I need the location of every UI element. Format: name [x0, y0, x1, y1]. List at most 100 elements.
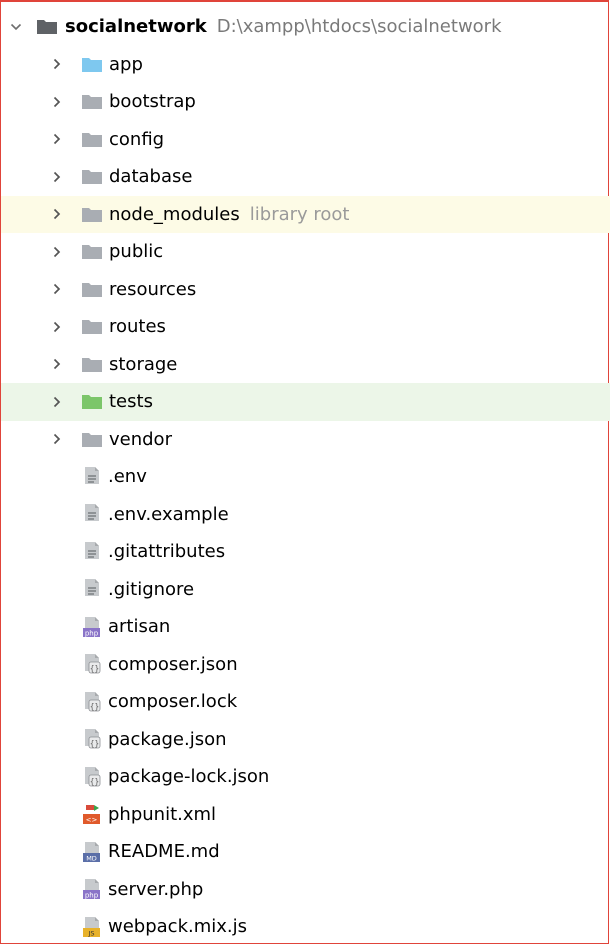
folder-row[interactable]: vendor [1, 421, 610, 459]
file-name: .gitignore [108, 578, 195, 600]
file-name: .env.example [108, 503, 229, 525]
file-name: phpunit.xml [108, 803, 217, 825]
svg-text:<>: <> [86, 816, 98, 824]
file-name: .gitattributes [108, 541, 226, 563]
svg-text:php: php [85, 892, 99, 900]
folder-icon [81, 131, 103, 148]
php-file-icon: php [82, 616, 104, 638]
chevron-right-icon[interactable] [50, 245, 64, 259]
file-row[interactable]: MD README.md [1, 833, 610, 871]
folder-icon [81, 393, 103, 410]
project-tree: socialnetwork D:\xampp\htdocs\socialnetw… [1, 8, 610, 946]
file-row[interactable]: {} composer.json [1, 646, 610, 684]
folder-icon [81, 356, 103, 373]
json-file-icon: {} [82, 766, 104, 788]
chevron-right-icon[interactable] [50, 395, 64, 409]
chevron-right-icon[interactable] [50, 207, 64, 221]
file-row[interactable]: .env [1, 458, 610, 496]
folder-row[interactable]: resources [1, 271, 610, 309]
file-name: .env [108, 466, 147, 488]
folder-row[interactable]: config [1, 121, 610, 159]
folder-icon [81, 168, 103, 185]
folder-row[interactable]: tests [1, 383, 610, 421]
folder-name: storage [109, 353, 178, 375]
markdown-file-icon: MD [82, 841, 104, 863]
file-name: package-lock.json [108, 766, 270, 788]
file-name: composer.json [108, 653, 238, 675]
folder-row[interactable]: routes [1, 308, 610, 346]
folder-note: library root [249, 203, 350, 225]
folder-row[interactable]: node_modules library root [1, 195, 610, 233]
folder-icon [81, 281, 103, 298]
folder-icon [81, 431, 103, 448]
file-name: package.json [108, 728, 227, 750]
folder-row[interactable]: bootstrap [1, 83, 610, 121]
root-folder-path: D:\xampp\htdocs\socialnetwork [216, 16, 502, 38]
folder-icon [81, 318, 103, 335]
svg-text:{}: {} [90, 739, 100, 748]
file-row[interactable]: {} package-lock.json [1, 758, 610, 796]
chevron-right-icon[interactable] [50, 95, 64, 109]
chevron-right-icon[interactable] [50, 432, 64, 446]
folder-name: tests [109, 391, 153, 413]
folder-icon [36, 18, 58, 35]
chevron-right-icon[interactable] [50, 357, 64, 371]
file-row[interactable]: <> phpunit.xml [1, 796, 610, 834]
file-row[interactable]: {} composer.lock [1, 683, 610, 721]
folder-name: database [109, 166, 193, 188]
folder-icon [81, 56, 103, 73]
chevron-right-icon[interactable] [50, 57, 64, 71]
php-file-icon: php [82, 878, 104, 900]
json-file-icon: {} [82, 653, 104, 675]
folder-icon [81, 93, 103, 110]
folder-name: public [109, 241, 164, 263]
file-name: server.php [108, 878, 204, 900]
text-file-icon [82, 503, 104, 525]
svg-text:JS: JS [87, 929, 94, 937]
project-tree-panel: socialnetwork D:\xampp\htdocs\socialnetw… [0, 0, 610, 946]
tree-root-row[interactable]: socialnetwork D:\xampp\htdocs\socialnetw… [1, 8, 610, 46]
text-file-icon [82, 466, 104, 488]
svg-text:MD: MD [86, 854, 97, 862]
json-file-icon: {} [82, 691, 104, 713]
file-name: webpack.mix.js [108, 916, 248, 938]
folder-name: config [109, 128, 165, 150]
file-name: artisan [108, 616, 171, 638]
folder-icon [81, 243, 103, 260]
js-file-icon: JS [82, 916, 104, 938]
text-file-icon [82, 578, 104, 600]
xml-file-icon: <> [82, 803, 104, 825]
file-name: composer.lock [108, 691, 238, 713]
folder-icon [81, 206, 103, 223]
svg-text:{}: {} [90, 664, 100, 673]
chevron-right-icon[interactable] [50, 320, 64, 334]
file-row[interactable]: JS webpack.mix.js [1, 908, 610, 946]
chevron-down-icon[interactable] [9, 20, 23, 34]
file-row[interactable]: .gitignore [1, 571, 610, 609]
chevron-right-icon[interactable] [50, 282, 64, 296]
text-file-icon [82, 541, 104, 563]
chevron-right-icon[interactable] [50, 132, 64, 146]
json-file-icon: {} [82, 728, 104, 750]
folder-name: app [109, 53, 143, 75]
folder-row[interactable]: database [1, 158, 610, 196]
folder-name: vendor [109, 428, 172, 450]
root-folder-name: socialnetwork [65, 16, 207, 38]
folder-name: resources [109, 278, 197, 300]
file-row[interactable]: .gitattributes [1, 533, 610, 571]
file-row[interactable]: .env.example [1, 496, 610, 534]
file-row[interactable]: php artisan [1, 608, 610, 646]
folder-name: node_modules [109, 203, 240, 225]
folder-row[interactable]: public [1, 233, 610, 271]
folder-row[interactable]: app [1, 46, 610, 84]
folder-name: bootstrap [109, 91, 196, 113]
folder-row[interactable]: storage [1, 346, 610, 384]
file-name: README.md [108, 841, 220, 863]
svg-text:{}: {} [90, 702, 100, 711]
chevron-right-icon[interactable] [50, 170, 64, 184]
file-row[interactable]: php server.php [1, 871, 610, 909]
file-row[interactable]: {} package.json [1, 721, 610, 759]
svg-text:{}: {} [90, 777, 100, 786]
folder-name: routes [109, 316, 166, 338]
svg-text:php: php [85, 629, 99, 637]
